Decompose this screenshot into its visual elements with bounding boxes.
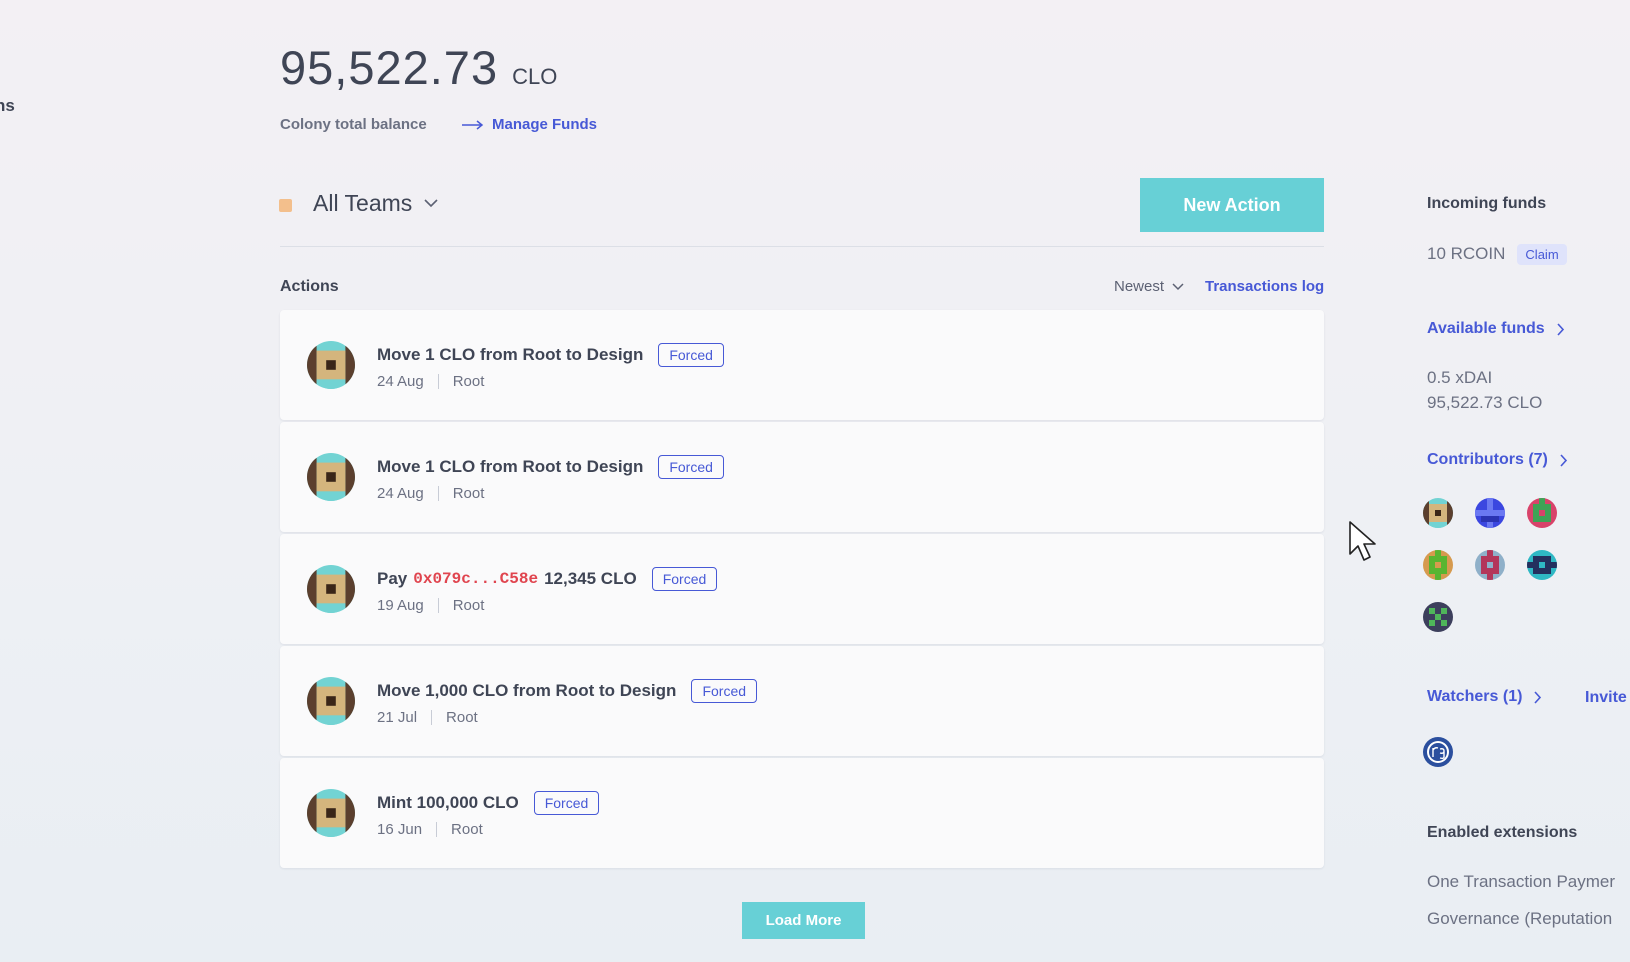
nav-item-extensions[interactable]: nsions xyxy=(0,96,15,116)
contributor-avatar[interactable] xyxy=(1423,550,1453,580)
manage-funds-link[interactable]: Manage Funds xyxy=(462,116,597,133)
available-fund-xdai: 0.5 xDAI xyxy=(1427,368,1493,387)
action-date: 24 Aug xyxy=(377,373,424,390)
meta-separator xyxy=(437,486,439,501)
forced-badge: Forced xyxy=(658,455,724,479)
action-team: Root xyxy=(446,709,478,726)
action-item[interactable]: Mint 100,000 CLO Forced 16 Jun Root xyxy=(280,758,1324,868)
action-meta: 16 Jun Root xyxy=(377,821,483,838)
action-item[interactable]: Move 1,000 CLO from Root to Design Forced… xyxy=(280,646,1324,756)
contributor-avatar[interactable] xyxy=(1475,550,1505,580)
balance-unit: CLO xyxy=(512,64,558,89)
balance-label: Colony total balance xyxy=(280,116,427,133)
action-date: 16 Jun xyxy=(377,821,423,838)
transactions-log-link[interactable]: Transactions log xyxy=(1205,278,1324,295)
new-action-button[interactable]: New Action xyxy=(1140,178,1324,232)
avatar xyxy=(307,453,355,501)
mouse-cursor-icon xyxy=(1349,521,1376,561)
contributor-avatar[interactable] xyxy=(1475,498,1505,528)
action-title: Mint 100,000 CLO Forced xyxy=(377,791,600,815)
team-selector-label: All Teams xyxy=(313,190,413,216)
available-funds-link[interactable]: Available funds xyxy=(1427,320,1565,338)
actions-title: Actions xyxy=(280,278,339,295)
contributor-avatar[interactable] xyxy=(1423,602,1453,632)
available-fund-clo: 95,522.73 CLO xyxy=(1427,393,1543,412)
chevron-down-icon xyxy=(1172,282,1184,290)
action-title: Move 1,000 CLO from Root to Design Forced xyxy=(377,679,758,703)
manage-funds-label: Manage Funds xyxy=(492,116,598,133)
claim-button[interactable]: Claim xyxy=(1517,244,1567,265)
action-item[interactable]: Move 1 CLO from Root to Design Forced 24 … xyxy=(280,310,1324,420)
enabled-extensions-title: Enabled extensions xyxy=(1427,824,1578,841)
action-meta: 24 Aug Root xyxy=(377,485,484,502)
contributor-avatar[interactable] xyxy=(1527,550,1557,580)
action-title: Pay 0x079c...C58e 12,345 CLO Forced xyxy=(377,567,718,591)
action-team: Root xyxy=(451,821,483,838)
contributors-link[interactable]: Contributors (7) xyxy=(1427,451,1568,469)
contributor-avatar[interactable] xyxy=(1527,498,1557,528)
meta-separator xyxy=(436,822,438,837)
forced-badge: Forced xyxy=(691,679,758,703)
action-meta: 21 Jul Root xyxy=(377,709,478,726)
load-more-button[interactable]: Load More xyxy=(742,902,865,939)
arrow-right-icon xyxy=(462,119,484,130)
contributor-avatar[interactable] xyxy=(1423,498,1453,528)
meta-separator xyxy=(431,710,433,725)
team-selector[interactable]: All Teams xyxy=(313,190,438,217)
contributors-title: Contributors (7) xyxy=(1427,451,1548,468)
watcher-avatar[interactable] xyxy=(1423,737,1453,767)
team-color-swatch xyxy=(279,199,292,212)
action-title: Move 1 CLO from Root to Design Forced xyxy=(377,455,724,479)
extension-item[interactable]: One Transaction Paymer xyxy=(1427,872,1615,892)
divider xyxy=(280,246,1324,247)
incoming-amount: 10 RCOIN xyxy=(1427,244,1506,263)
action-team: Root xyxy=(452,485,485,502)
colony-balance: 95,522.73 CLO xyxy=(280,40,557,95)
action-team: Root xyxy=(452,597,485,614)
recipient-address[interactable]: 0x079c...C58e xyxy=(413,570,538,588)
chevron-right-icon xyxy=(1534,690,1542,704)
chevron-right-icon xyxy=(1557,322,1564,336)
action-title: Move 1 CLO from Root to Design Forced xyxy=(377,343,724,367)
watchers-link[interactable]: Watchers (1) xyxy=(1427,688,1542,706)
invite-link[interactable]: Invite xyxy=(1585,689,1627,707)
meta-separator xyxy=(437,598,439,613)
action-date: 24 Aug xyxy=(377,485,424,502)
action-meta: 19 Aug Root xyxy=(377,597,484,614)
forced-badge: Forced xyxy=(651,567,718,591)
action-item[interactable]: Move 1 CLO from Root to Design Forced 24 … xyxy=(280,422,1324,532)
sort-dropdown[interactable]: Newest xyxy=(1114,278,1184,295)
balance-amount: 95,522.73 xyxy=(280,41,499,94)
action-meta: 24 Aug Root xyxy=(377,373,484,390)
forced-badge: Forced xyxy=(658,343,724,367)
action-date: 21 Jul xyxy=(377,709,418,726)
incoming-funds-title: Incoming funds xyxy=(1427,195,1547,212)
meta-separator xyxy=(437,374,439,389)
action-team: Root xyxy=(452,373,485,390)
watchers-title: Watchers (1) xyxy=(1427,688,1523,705)
chevron-down-icon xyxy=(424,199,438,208)
chevron-right-icon xyxy=(1560,453,1567,467)
action-item[interactable]: Pay 0x079c...C58e 12,345 CLO Forced 19 Aug R… xyxy=(280,534,1324,644)
forced-badge: Forced xyxy=(533,791,600,815)
action-date: 19 Aug xyxy=(377,597,424,614)
avatar xyxy=(307,677,355,725)
extension-item[interactable]: Governance (Reputation xyxy=(1427,909,1612,929)
available-funds-title: Available funds xyxy=(1427,320,1545,337)
avatar xyxy=(307,341,355,389)
avatar xyxy=(307,565,355,613)
avatar xyxy=(307,789,355,837)
sort-label: Newest xyxy=(1114,278,1165,295)
incoming-funds-row: 10 RCOIN Claim xyxy=(1427,244,1567,265)
